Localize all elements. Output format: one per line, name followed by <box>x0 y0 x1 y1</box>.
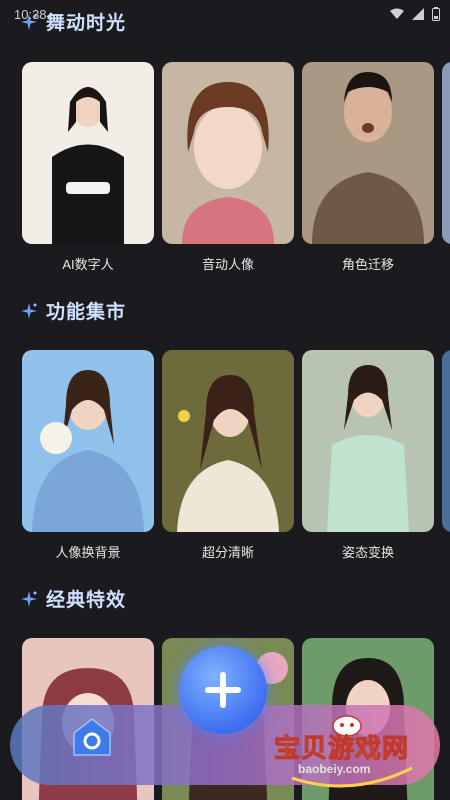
card-audio-portrait[interactable] <box>162 62 294 244</box>
sparkle-icon <box>21 302 37 319</box>
card-label-audio-portrait: 音动人像 <box>201 257 254 272</box>
card-label-pose-transform: 姿态变换 <box>341 545 394 560</box>
wifi-icon <box>390 8 404 19</box>
plus-icon <box>205 672 241 708</box>
card-partial[interactable] <box>442 62 450 244</box>
card-row-market <box>0 350 450 540</box>
card-partial[interactable] <box>442 350 450 532</box>
section-title-label: 经典特效 <box>46 590 127 611</box>
card-label-background-swap: 人像换背景 <box>55 545 121 560</box>
section-title-classic: 经典特效 <box>20 585 126 612</box>
card-label-role-transfer: 角色迁移 <box>341 257 394 272</box>
watermark-text: 宝贝游戏网 <box>273 733 410 764</box>
card-image <box>302 62 434 244</box>
status-icons <box>390 7 440 21</box>
card-row-dance <box>0 62 450 252</box>
card-pose-transform[interactable] <box>302 350 434 532</box>
card-image <box>162 62 294 244</box>
card-super-resolution[interactable] <box>162 350 294 532</box>
section-title-label: 舞动时光 <box>46 13 127 34</box>
home-icon[interactable] <box>70 715 114 759</box>
sparkle-icon <box>21 13 37 30</box>
card-image <box>162 350 294 532</box>
watermark-url: baobeiy.com <box>298 762 371 776</box>
section-title-dance: 舞动时光 <box>20 8 126 35</box>
section-title-label: 功能集市 <box>46 302 127 323</box>
card-image <box>22 350 154 532</box>
battery-icon <box>432 7 440 21</box>
card-label-ai-digital-human: AI数字人 <box>62 257 114 272</box>
card-image <box>302 350 434 532</box>
card-image <box>22 62 154 244</box>
card-ai-digital-human[interactable] <box>22 62 154 244</box>
sparkle-icon <box>21 590 37 607</box>
section-title-market: 功能集市 <box>20 297 126 324</box>
create-button[interactable] <box>179 646 267 734</box>
card-background-swap[interactable] <box>22 350 154 532</box>
card-label-super-resolution: 超分清晰 <box>201 545 254 560</box>
signal-icon <box>412 8 424 20</box>
card-role-transfer[interactable] <box>302 62 434 244</box>
